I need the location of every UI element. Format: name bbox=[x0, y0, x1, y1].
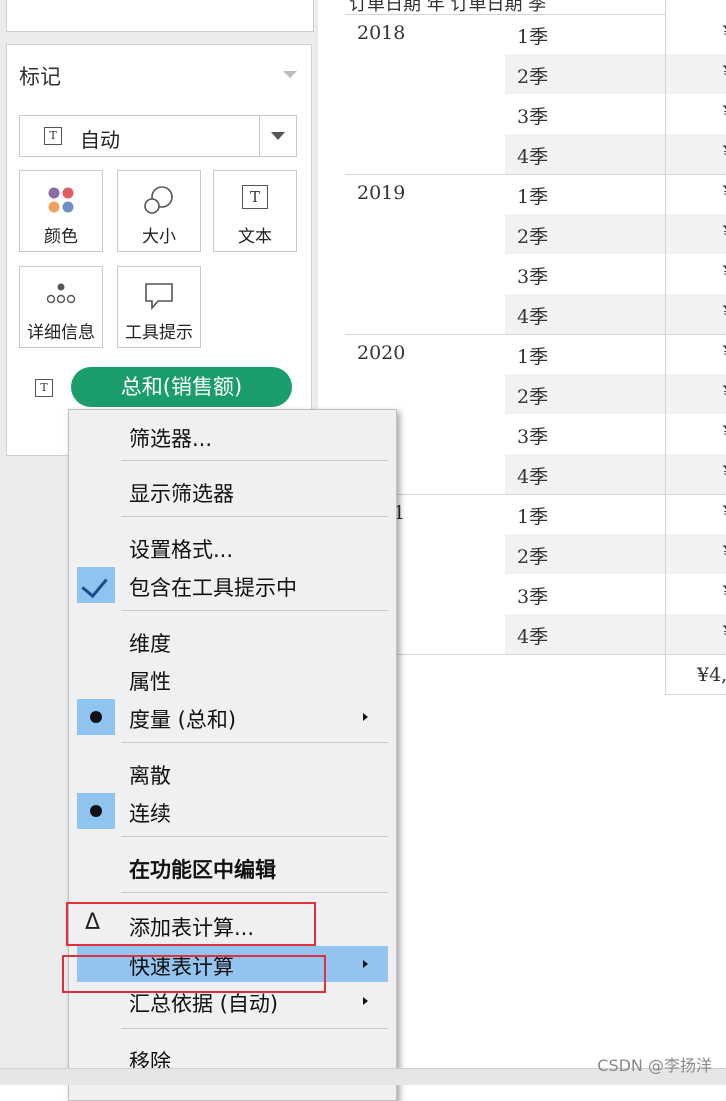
quarter-label: 1季 bbox=[517, 506, 549, 528]
menu-item-label: 设置格式... bbox=[129, 538, 234, 562]
filters-card bbox=[6, 0, 314, 32]
marks-collapse-icon[interactable] bbox=[283, 71, 297, 78]
text-encoding-icon: T bbox=[35, 379, 53, 397]
chevron-down-icon[interactable] bbox=[259, 116, 296, 156]
color-dots-icon bbox=[48, 187, 74, 213]
tile-label: 大小 bbox=[142, 227, 176, 247]
quarter-label: 3季 bbox=[517, 266, 549, 288]
year-label: 2018 bbox=[357, 22, 406, 44]
text-t-icon: T bbox=[242, 185, 268, 209]
menu-separator bbox=[121, 460, 388, 461]
marks-title: 标记 bbox=[19, 65, 61, 89]
menu-separator bbox=[121, 516, 388, 517]
menu-item-format[interactable]: 设置格式... bbox=[77, 529, 388, 565]
quarter-label: 4季 bbox=[517, 466, 549, 488]
menu-item-label: 包含在工具提示中 bbox=[129, 576, 297, 600]
menu-check-gutter bbox=[77, 567, 115, 603]
menu-separator bbox=[121, 610, 388, 611]
menu-item-show-filter[interactable]: 显示筛选器 bbox=[77, 473, 388, 509]
quarter-label: 2季 bbox=[517, 66, 549, 88]
tooltip-bubble-icon bbox=[145, 283, 173, 311]
size-circles-icon bbox=[144, 186, 173, 214]
text-tile[interactable]: T 文本 bbox=[213, 170, 297, 252]
menu-radio-gutter bbox=[77, 699, 115, 735]
menu-item-filter[interactable]: 筛选器... bbox=[77, 418, 388, 454]
row-stripe bbox=[666, 534, 726, 574]
menu-item-label: 离散 bbox=[129, 764, 171, 788]
pill-context-menu: 筛选器... 显示筛选器 设置格式... 包含在工具提示中 维度 属性 度量 (… bbox=[68, 409, 397, 1101]
quarter-label: 2季 bbox=[517, 386, 549, 408]
quarter-label: 1季 bbox=[517, 26, 549, 48]
year-label: 2020 bbox=[357, 342, 406, 364]
row-stripe bbox=[666, 54, 726, 94]
menu-item-continuous[interactable]: 连续 bbox=[77, 793, 388, 829]
tooltip-tile[interactable]: 工具提示 bbox=[117, 266, 201, 348]
menu-item-label: 属性 bbox=[129, 670, 171, 694]
column-header-fragment: 订单日期 年 订单日期 季 bbox=[349, 0, 547, 12]
quarter-label: 1季 bbox=[517, 346, 549, 368]
menu-item-measure[interactable]: 度量 (总和) bbox=[77, 699, 388, 735]
tile-label: 颜色 bbox=[44, 227, 78, 247]
quarter-label: 2季 bbox=[517, 226, 549, 248]
menu-item-discrete[interactable]: 离散 bbox=[77, 755, 388, 791]
submenu-arrow-icon bbox=[363, 997, 368, 1005]
row-stripe bbox=[666, 374, 726, 414]
quarter-label: 3季 bbox=[517, 426, 549, 448]
menu-item-label: 显示筛选器 bbox=[129, 482, 234, 506]
row-stripe bbox=[666, 454, 726, 494]
marks-card: 标记 T 自动 颜色 大小 T 文本 详细信息 工具提示 T 总和(销售额) bbox=[6, 44, 312, 456]
menu-item-attribute[interactable]: 属性 bbox=[77, 661, 388, 697]
grand-total-value: ¥4, bbox=[697, 664, 726, 686]
menu-item-label: 度量 (总和) bbox=[129, 708, 237, 732]
menu-separator bbox=[121, 892, 388, 893]
quarter-label: 4季 bbox=[517, 626, 549, 648]
menu-item-dimension[interactable]: 维度 bbox=[77, 623, 388, 659]
menu-separator bbox=[121, 742, 388, 743]
text-mark-icon: T bbox=[44, 127, 62, 145]
menu-item-label: 在功能区中编辑 bbox=[129, 858, 276, 882]
radio-dot-icon bbox=[90, 805, 102, 817]
year-label: 2019 bbox=[357, 182, 406, 204]
menu-item-label: 维度 bbox=[129, 632, 171, 656]
row-stripe bbox=[666, 294, 726, 334]
menu-separator bbox=[121, 836, 388, 837]
annotation-box-add-calc bbox=[66, 902, 316, 946]
quarter-label: 3季 bbox=[517, 106, 549, 128]
row-stripe bbox=[666, 214, 726, 254]
detail-dots-icon bbox=[46, 283, 76, 304]
tile-label: 文本 bbox=[238, 227, 272, 247]
color-tile[interactable]: 颜色 bbox=[19, 170, 103, 252]
menu-item-label: 筛选器... bbox=[129, 427, 213, 451]
menu-radio-gutter bbox=[77, 793, 115, 829]
tile-label: 工具提示 bbox=[125, 323, 193, 343]
quarter-label: 1季 bbox=[517, 186, 549, 208]
row-stripe bbox=[666, 614, 726, 654]
crosstab-view: 订单日期 年 订单日期 季 20181季¥2季¥3季¥4季¥20191季¥2季¥… bbox=[345, 0, 726, 1084]
menu-item-include-tooltip[interactable]: 包含在工具提示中 bbox=[77, 567, 388, 603]
mark-type-dropdown[interactable]: T 自动 bbox=[19, 115, 297, 157]
detail-tile[interactable]: 详细信息 bbox=[19, 266, 103, 348]
quarter-label: 4季 bbox=[517, 146, 549, 168]
menu-item-edit-in-shelf[interactable]: 在功能区中编辑 bbox=[77, 849, 388, 885]
tile-label: 详细信息 bbox=[27, 323, 95, 343]
annotation-box-quick-calc bbox=[62, 955, 326, 993]
quarter-label: 2季 bbox=[517, 546, 549, 568]
size-tile[interactable]: 大小 bbox=[117, 170, 201, 252]
submenu-arrow-icon bbox=[363, 713, 368, 721]
checkmark-icon bbox=[81, 570, 108, 599]
radio-dot-icon bbox=[90, 711, 102, 723]
watermark: CSDN @李扬洋 bbox=[597, 1056, 712, 1075]
menu-item-label: 连续 bbox=[129, 802, 171, 826]
quarter-label: 4季 bbox=[517, 306, 549, 328]
submenu-arrow-icon bbox=[363, 960, 368, 968]
mark-type-label: 自动 bbox=[80, 128, 120, 152]
sum-sales-pill[interactable]: 总和(销售额) bbox=[71, 367, 292, 407]
row-stripe bbox=[666, 134, 726, 174]
quarter-label: 3季 bbox=[517, 586, 549, 608]
menu-separator bbox=[121, 1028, 388, 1029]
